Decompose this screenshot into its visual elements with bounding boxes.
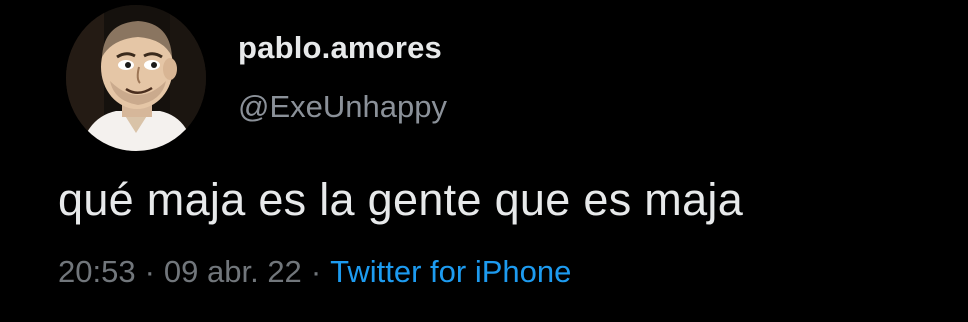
tweet-date[interactable]: 09 abr. 22 <box>164 254 302 289</box>
tweet-time[interactable]: 20:53 <box>58 254 136 289</box>
tweet-metadata: 20:53 · 09 abr. 22 · Twitter for iPhone <box>58 254 571 290</box>
avatar-cartoon-portrait <box>66 5 206 151</box>
separator-dot: · <box>144 254 155 289</box>
separator-dot: · <box>310 254 322 289</box>
user-handle[interactable]: @ExeUnhappy <box>238 89 447 125</box>
source-link[interactable]: Twitter for iPhone <box>330 254 571 289</box>
avatar[interactable] <box>66 5 206 151</box>
display-name[interactable]: pablo.amores <box>238 30 442 66</box>
tweet-text: qué maja es la gente que es maja <box>58 174 744 225</box>
tweet: pablo.amores @ExeUnhappy qué maja es la … <box>0 0 968 322</box>
